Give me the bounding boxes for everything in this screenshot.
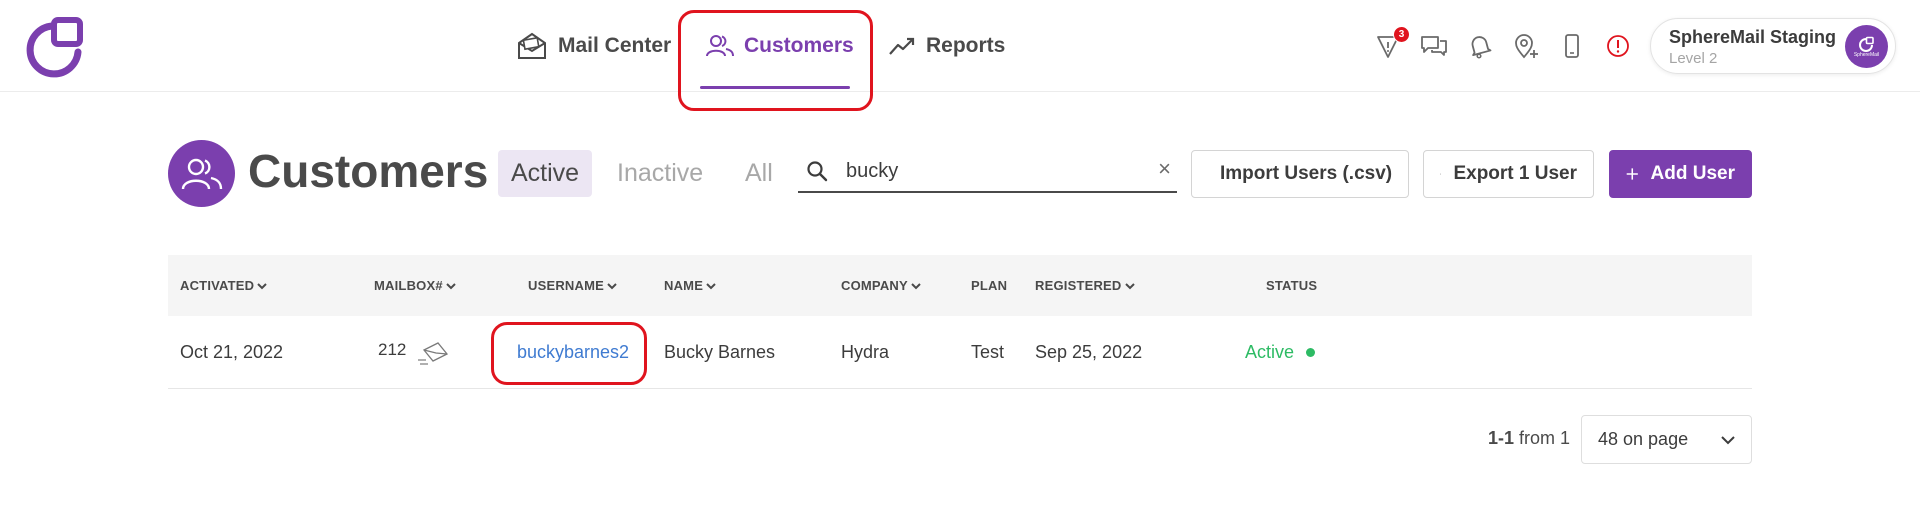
pagination-total: from 1 [1519,428,1571,448]
add-user-label: Add User [1650,163,1735,184]
sort-chevron-icon [607,282,617,289]
filter-inactive-tab[interactable]: Inactive [604,150,716,197]
status-text: Active [1245,342,1295,362]
column-header-company[interactable]: COMPANY [841,255,921,316]
upload-icon [1440,173,1442,175]
bell-icon [1471,36,1492,59]
account-level: Level 2 [1669,50,1718,67]
search-icon [807,161,828,182]
page-title: Customers [248,145,489,197]
mobile-app-button[interactable] [1558,32,1586,60]
column-label: PLAN [971,278,1008,293]
column-header-activated[interactable]: ACTIVATED [180,255,267,316]
column-header-username[interactable]: USERNAME [528,255,617,316]
location-pin-icon [1515,34,1538,59]
mailbox-number: 212 [378,339,407,359]
customers-large-icon [181,158,222,189]
search-input[interactable] [846,156,1136,186]
reports-icon [889,37,915,55]
alerts-count-badge: 3 [1393,26,1410,43]
spheremail-logo-small-icon [1858,36,1874,52]
locations-button[interactable] [1512,32,1540,60]
column-header-registered[interactable]: REGISTERED [1035,255,1135,316]
export-user-label: Export 1 User [1453,163,1577,184]
clear-search-icon[interactable]: × [1158,156,1171,182]
sort-chevron-icon [257,282,267,289]
nav-mail-center-label: Mail Center [558,34,672,57]
column-label: MAILBOX# [374,278,443,293]
sort-chevron-icon [911,282,921,289]
column-header-plan: PLAN [971,255,1007,316]
column-header-mailbox[interactable]: MAILBOX# [374,255,456,316]
filter-all-tab[interactable]: All [732,150,786,197]
system-status-button[interactable] [1604,32,1632,60]
mailbox-envelope-icon[interactable] [416,340,450,366]
nav-active-underline [700,86,850,89]
import-users-button[interactable]: Import Users (.csv) [1191,150,1409,198]
cell-registered: Sep 25, 2022 [1035,342,1143,362]
cell-plan: Test [971,342,1005,362]
column-label: STATUS [1266,278,1318,293]
column-label: REGISTERED [1035,278,1122,293]
exclamation-circle-icon [1607,35,1629,57]
filter-active-tab[interactable]: Active [498,150,593,197]
nav-reports-label: Reports [926,34,1006,57]
column-label: COMPANY [841,278,908,293]
cell-mailbox: 212 [378,316,450,389]
account-avatar: SphereMail [1845,25,1888,68]
nav-customers-label: Customers [744,34,854,57]
nav-customers[interactable]: Customers [706,0,854,92]
pagination-range: 1-1 [1488,428,1515,448]
cell-company: Hydra [841,342,890,362]
per-page-value: 48 on page [1598,429,1689,449]
pagination-summary: 1-1 from 1 [1488,428,1570,449]
column-header-status: STATUS [1266,255,1317,316]
column-label: NAME [664,278,704,293]
export-user-button[interactable]: Export 1 User [1423,150,1594,198]
account-name: SphereMail Staging [1669,27,1837,47]
nav-mail-center[interactable]: Mail Center [516,0,671,92]
account-avatar-caption: SphereMail [1853,51,1880,58]
chevron-down-icon [1721,436,1735,445]
smartphone-icon [1565,34,1579,58]
sort-chevron-icon [706,282,716,289]
nav-reports[interactable]: Reports [888,0,1005,92]
chat-icon [1421,36,1447,56]
spheremail-logo[interactable] [24,16,88,78]
mail-center-icon [518,32,546,59]
top-navigation-bar: Mail Center Customers Reports 3 SphereMa… [0,0,1920,92]
column-label: ACTIVATED [180,278,255,293]
table-row[interactable]: Oct 21, 2022 212 buckybarnes2 Bucky Barn… [168,316,1752,389]
customers-icon [706,35,734,57]
status-dot-icon [1306,348,1316,357]
per-page-select[interactable]: 48 on page [1581,415,1752,464]
account-menu[interactable]: SphereMail Staging Level 2 SphereMail [1650,18,1896,74]
column-label: USERNAME [528,278,604,293]
cell-name: Bucky Barnes [664,342,776,362]
username-link[interactable]: buckybarnes2 [517,316,629,389]
notifications-button[interactable] [1466,32,1494,60]
messages-button[interactable] [1420,32,1448,60]
add-user-button[interactable]: Add User [1609,150,1752,198]
cell-status: Active [1245,316,1316,389]
table-header: ACTIVATED MAILBOX# USERNAME NAME COMPANY… [168,255,1752,316]
search-box: × [798,150,1177,193]
import-users-label: Import Users (.csv) [1220,163,1393,184]
column-header-name[interactable]: NAME [664,255,716,316]
sort-chevron-icon [446,282,456,289]
plus-icon [1626,168,1638,180]
alerts-button[interactable]: 3 [1374,26,1410,60]
customers-page-icon [168,140,235,207]
sort-chevron-icon [1124,282,1135,289]
header-icon-group: 3 [1374,0,1632,92]
cell-activated: Oct 21, 2022 [180,342,284,362]
